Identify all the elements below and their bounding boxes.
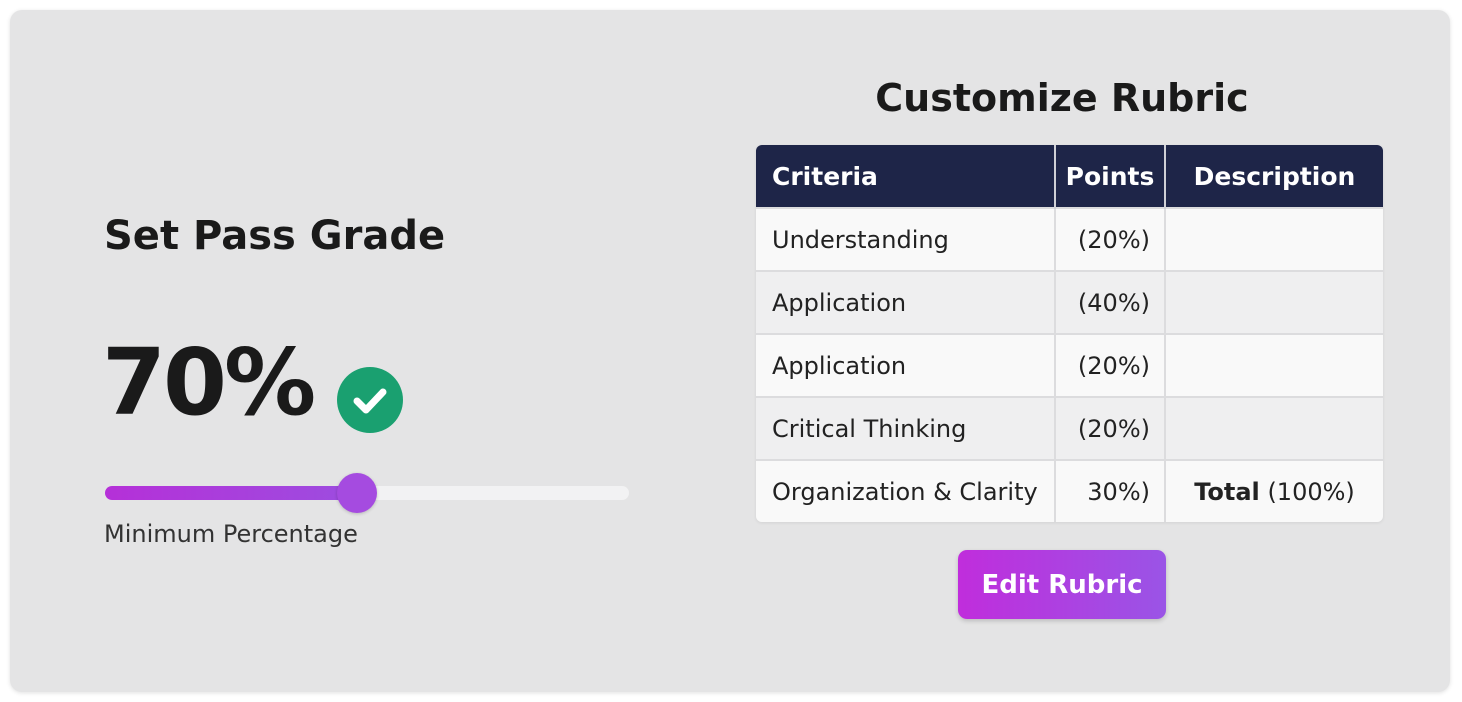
slider-thumb[interactable] (336, 473, 377, 513)
table-row[interactable]: Application (40%) (756, 270, 1383, 334)
description-cell[interactable] (1165, 270, 1383, 334)
criteria-cell[interactable]: Application (756, 270, 1056, 334)
criteria-cell[interactable]: Application (756, 333, 1056, 397)
total-value: (100%) (1267, 477, 1355, 506)
rubric-title: Customize Rubric (875, 76, 1249, 120)
column-header-description: Description (1165, 145, 1383, 208)
points-cell[interactable]: 30%) (1055, 459, 1166, 522)
criteria-cell[interactable]: Understanding (756, 207, 1056, 271)
column-header-criteria: Criteria (756, 145, 1056, 208)
description-cell[interactable] (1165, 396, 1383, 460)
slider-fill (105, 486, 373, 500)
points-cell[interactable]: (20%) (1055, 333, 1166, 397)
points-cell[interactable]: (20%) (1055, 207, 1166, 271)
points-cell[interactable]: (20%) (1055, 396, 1166, 460)
description-cell[interactable] (1165, 333, 1383, 397)
rubric-table: Criteria Points Description Understandin… (756, 145, 1383, 522)
pass-grade-slider[interactable] (105, 473, 629, 513)
main-card: Set Pass Grade 70% Minimum Percentage Cu… (10, 10, 1450, 692)
slider-caption: Minimum Percentage (104, 520, 358, 548)
pass-grade-title: Set Pass Grade (104, 213, 446, 259)
edit-rubric-button[interactable]: Edit Rubric (958, 550, 1166, 619)
column-header-points: Points (1055, 145, 1166, 208)
description-cell[interactable] (1165, 207, 1383, 271)
table-row[interactable]: Application (20%) (756, 333, 1383, 397)
table-row[interactable]: Understanding (20%) (756, 207, 1383, 271)
check-circle-icon (337, 367, 403, 433)
pass-grade-value: 70% (102, 329, 316, 436)
rubric-header-row: Criteria Points Description (756, 145, 1383, 208)
criteria-cell[interactable]: Critical Thinking (756, 396, 1056, 460)
criteria-cell[interactable]: Organization & Clarity (756, 459, 1056, 522)
total-cell: Total (100%) (1165, 459, 1383, 522)
table-row[interactable]: Organization & Clarity 30%) Total (100%) (756, 459, 1383, 522)
table-row[interactable]: Critical Thinking (20%) (756, 396, 1383, 460)
total-label: Total (1194, 477, 1260, 506)
points-cell[interactable]: (40%) (1055, 270, 1166, 334)
